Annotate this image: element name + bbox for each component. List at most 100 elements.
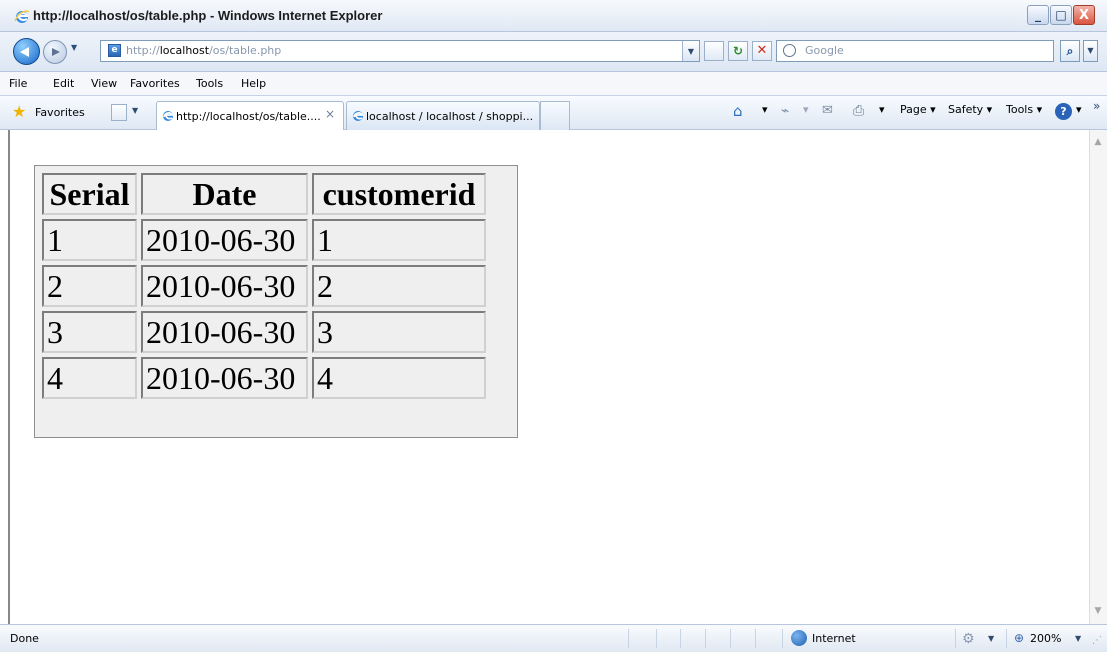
- navigation-bar: ▼ e http://localhost/os/table.php ▼ ↻ ✕ …: [0, 32, 1107, 72]
- search-options-button[interactable]: ▼: [1083, 40, 1098, 62]
- zoom-dropdown-icon[interactable]: ▼: [1075, 634, 1081, 643]
- stop-button[interactable]: ✕: [752, 41, 772, 61]
- forward-button[interactable]: [43, 40, 67, 64]
- address-host: localhost: [159, 44, 210, 57]
- mail-icon[interactable]: ✉: [822, 104, 836, 118]
- resize-grip-icon[interactable]: ⋰: [1092, 636, 1102, 646]
- cell-customerid: 3: [312, 311, 486, 353]
- menu-edit[interactable]: Edit: [53, 77, 74, 90]
- status-divider: [680, 629, 681, 648]
- table-row: 1 2010-06-30 1: [42, 219, 486, 261]
- table-row: 3 2010-06-30 3: [42, 311, 486, 353]
- back-button[interactable]: [13, 38, 40, 65]
- status-divider: [955, 629, 956, 648]
- maximize-icon: □: [1055, 8, 1067, 22]
- menu-help[interactable]: Help: [241, 77, 266, 90]
- help-icon[interactable]: ?: [1055, 103, 1072, 120]
- menu-bar: File Edit View Favorites Tools Help: [0, 72, 1107, 96]
- cell-serial: 3: [42, 311, 137, 353]
- menu-tools[interactable]: Tools: [196, 77, 223, 90]
- status-divider: [755, 629, 756, 648]
- cell-customerid: 2: [312, 265, 486, 307]
- tools-menu-button[interactable]: Tools ▾: [1006, 103, 1042, 116]
- address-path: /os/table.php: [209, 44, 282, 57]
- close-icon: X: [1078, 7, 1090, 23]
- star-icon[interactable]: ★: [12, 104, 28, 120]
- tab-label: http://localhost/os/table....: [176, 110, 321, 123]
- address-prefix: http://: [126, 44, 160, 57]
- minimize-icon: _: [1035, 8, 1041, 22]
- status-divider: [705, 629, 706, 648]
- status-divider: [730, 629, 731, 648]
- page-content: Serial Date customerid 1 2010-06-30 1 2 …: [8, 130, 1089, 624]
- table-row: 4 2010-06-30 4: [42, 357, 486, 399]
- history-dropdown-icon[interactable]: ▼: [71, 43, 83, 57]
- status-divider: [1006, 629, 1007, 648]
- menu-view[interactable]: View: [91, 77, 117, 90]
- safety-menu-label: Safety: [948, 103, 984, 116]
- home-icon[interactable]: ⌂: [733, 103, 749, 119]
- rss-icon[interactable]: ⌁: [781, 104, 795, 118]
- status-text: Done: [10, 632, 39, 645]
- vertical-scrollbar[interactable]: ▲ ▼: [1089, 130, 1107, 624]
- menu-file[interactable]: File: [9, 77, 27, 90]
- new-tab-button[interactable]: [540, 101, 570, 130]
- maximize-button[interactable]: □: [1050, 5, 1072, 25]
- cell-serial: 4: [42, 357, 137, 399]
- home-dropdown-icon[interactable]: ▾: [762, 103, 768, 116]
- tools-menu-label: Tools: [1006, 103, 1034, 116]
- address-dropdown-button[interactable]: ▼: [682, 41, 699, 61]
- scroll-up-icon[interactable]: ▲: [1091, 135, 1105, 149]
- status-divider: [628, 629, 629, 648]
- cell-serial: 1: [42, 219, 137, 261]
- tab-localhost-shopping[interactable]: localhost / localhost / shoppi...: [346, 101, 540, 130]
- scroll-down-icon[interactable]: ▼: [1091, 604, 1105, 618]
- table-row: 2 2010-06-30 2: [42, 265, 486, 307]
- header-date: Date: [141, 173, 308, 215]
- status-bar: Done Internet ⚙ ▼ ⊕ 200% ▼ ⋰: [0, 624, 1107, 652]
- tab-table-php[interactable]: http://localhost/os/table.... ×: [156, 101, 344, 130]
- data-table-frame: Serial Date customerid 1 2010-06-30 1 2 …: [34, 165, 518, 438]
- table-header-row: Serial Date customerid: [42, 173, 486, 215]
- cell-date: 2010-06-30: [141, 265, 308, 307]
- window-title: http://localhost/os/table.php - Windows …: [33, 8, 383, 23]
- address-url[interactable]: http://localhost/os/table.php: [126, 44, 281, 57]
- cell-date: 2010-06-30: [141, 357, 308, 399]
- close-tab-icon[interactable]: ×: [325, 108, 336, 120]
- protected-mode-icon[interactable]: ⚙: [962, 631, 978, 647]
- ie-logo-icon: [14, 10, 30, 23]
- page-menu-button[interactable]: Page ▾: [900, 103, 936, 116]
- protected-mode-dropdown-icon[interactable]: ▼: [988, 634, 994, 643]
- menu-favorites[interactable]: Favorites: [130, 77, 180, 90]
- search-button[interactable]: ⌕: [1060, 40, 1080, 62]
- compatibility-view-button[interactable]: [704, 41, 724, 61]
- cell-date: 2010-06-30: [141, 311, 308, 353]
- window-controls: _ □ X: [1027, 5, 1095, 25]
- zoom-level[interactable]: 200%: [1030, 632, 1061, 645]
- search-placeholder: Google: [805, 44, 844, 57]
- print-dropdown-icon[interactable]: ▾: [879, 103, 885, 116]
- tab-ie-icon: [163, 111, 174, 121]
- safety-menu-button[interactable]: Safety ▾: [948, 103, 992, 116]
- quick-tabs-icon[interactable]: [111, 104, 127, 121]
- cell-date: 2010-06-30: [141, 219, 308, 261]
- favorites-button[interactable]: Favorites: [35, 106, 85, 119]
- address-bar[interactable]: e http://localhost/os/table.php ▼: [100, 40, 700, 62]
- refresh-button[interactable]: ↻: [728, 41, 748, 61]
- printer-icon[interactable]: ⎙: [853, 103, 869, 119]
- zoom-icon[interactable]: ⊕: [1014, 631, 1028, 645]
- feeds-dropdown-icon[interactable]: ▾: [803, 103, 809, 116]
- help-dropdown-icon[interactable]: ▾: [1076, 103, 1082, 116]
- tab-list-dropdown-icon[interactable]: ▼: [132, 106, 138, 115]
- favorites-command-bar: ★ Favorites ▼ http://localhost/os/table.…: [0, 96, 1107, 130]
- more-commands-icon[interactable]: »: [1093, 99, 1100, 113]
- tab-ie-icon: [353, 111, 364, 121]
- title-bar: http://localhost/os/table.php - Windows …: [0, 0, 1107, 32]
- browser-window: http://localhost/os/table.php - Windows …: [0, 0, 1107, 652]
- minimize-button[interactable]: _: [1027, 5, 1049, 25]
- cell-customerid: 1: [312, 219, 486, 261]
- tab-label: localhost / localhost / shoppi...: [366, 110, 534, 123]
- page-menu-label: Page: [900, 103, 927, 116]
- close-button[interactable]: X: [1073, 5, 1095, 25]
- search-box[interactable]: Google: [776, 40, 1054, 62]
